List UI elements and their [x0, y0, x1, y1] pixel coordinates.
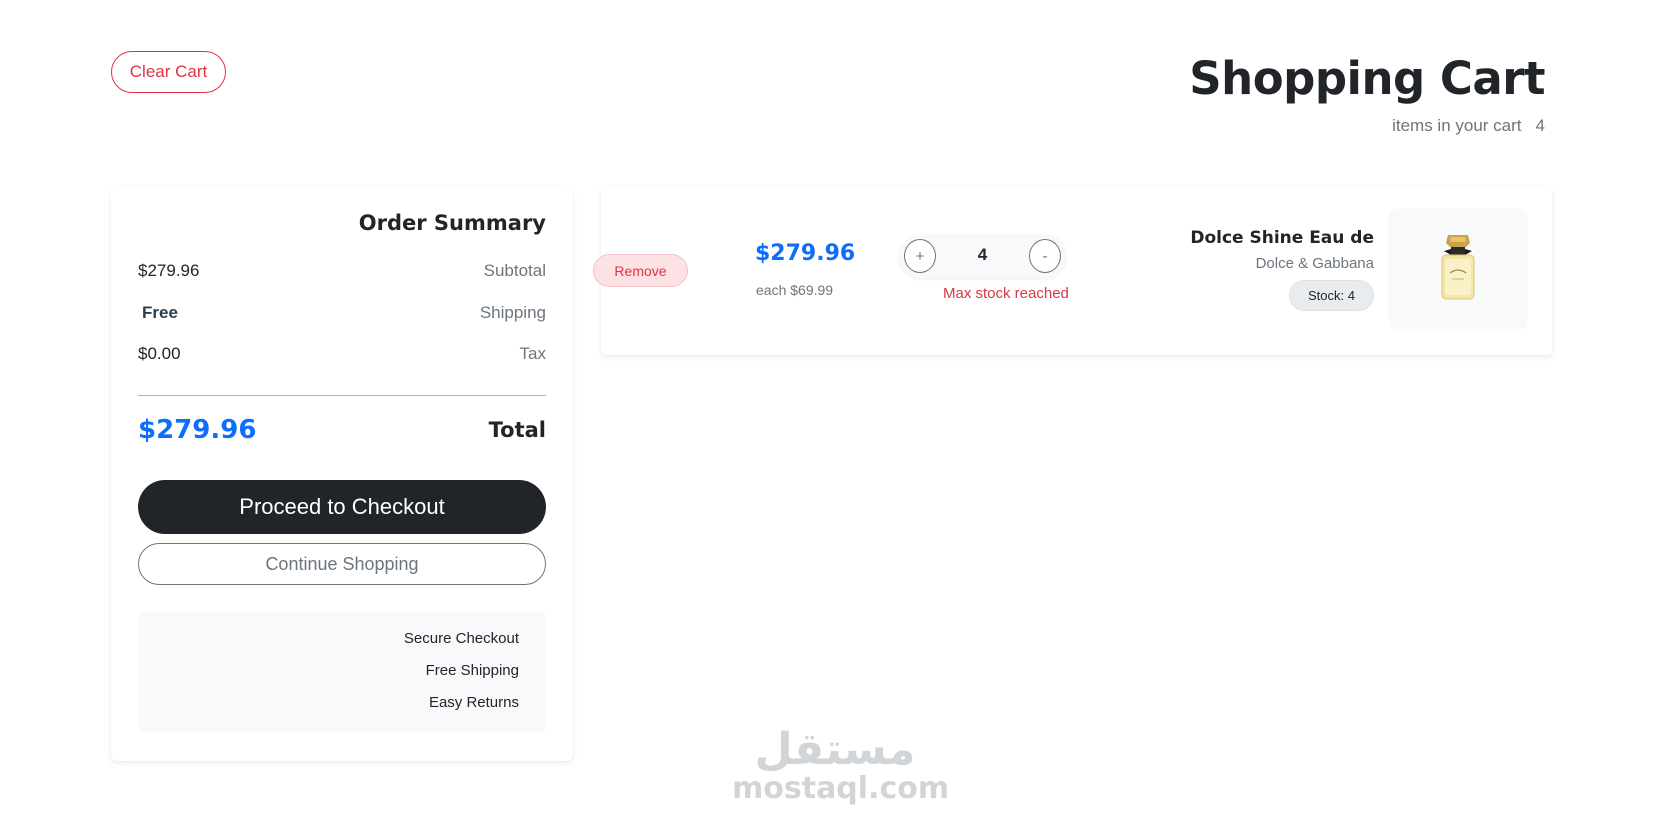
- clear-cart-button[interactable]: Clear Cart: [111, 51, 226, 93]
- checkout-features-box: Secure Checkout Free Shipping Easy Retur…: [138, 611, 546, 733]
- order-summary-title: Order Summary: [358, 211, 546, 235]
- max-stock-message: Max stock reached: [943, 285, 1069, 302]
- proceed-to-checkout-button[interactable]: Proceed to Checkout: [138, 480, 546, 534]
- product-name: Dolce Shine Eau de: [1190, 228, 1374, 248]
- watermark-latin: mostaql.com: [732, 771, 950, 806]
- cart-item-card: Remove $279.96 each $69.99 + 4 - Max sto…: [593, 187, 1552, 355]
- items-count: 4: [1535, 116, 1545, 135]
- watermark-logo: مستقل mostaql.com: [732, 724, 950, 806]
- shipping-value: Free: [142, 303, 178, 322]
- tax-value: $0.00: [138, 344, 181, 363]
- subtotal-value: $279.96: [138, 261, 200, 280]
- item-unit-price: each $69.99: [756, 282, 834, 298]
- remove-item-button[interactable]: Remove: [593, 254, 688, 287]
- tax-label: Tax: [519, 344, 546, 363]
- summary-divider: [138, 395, 546, 396]
- total-label: Total: [488, 418, 546, 442]
- feature-free-shipping: Free Shipping: [425, 662, 519, 679]
- perfume-bottle-icon: [1441, 235, 1475, 300]
- stock-badge: Stock: 4: [1289, 280, 1374, 311]
- order-summary-card: Order Summary $279.96 Subtotal Free Ship…: [111, 187, 573, 761]
- shipping-label: Shipping: [479, 303, 546, 322]
- items-count-line: items in your cart 4: [1392, 116, 1545, 136]
- watermark-arabic: مستقل: [754, 724, 916, 775]
- product-brand: Dolce & Gabbana: [1255, 255, 1374, 272]
- item-total-price: $279.96: [755, 241, 856, 266]
- subtotal-label: Subtotal: [483, 261, 546, 280]
- total-row: $279.96 Total: [138, 415, 546, 445]
- total-value: $279.96: [138, 415, 257, 445]
- quantity-decrease-button[interactable]: -: [1029, 239, 1061, 273]
- page-title: Shopping Cart: [1189, 52, 1545, 105]
- quantity-stepper: + 4 -: [899, 234, 1066, 278]
- items-in-cart-label: items in your cart: [1392, 116, 1522, 135]
- tax-row: $0.00 Tax: [138, 344, 546, 364]
- feature-secure-checkout: Secure Checkout: [403, 630, 519, 647]
- product-image[interactable]: [1390, 209, 1526, 327]
- subtotal-row: $279.96 Subtotal: [138, 261, 546, 281]
- shipping-row: Free Shipping: [138, 303, 546, 323]
- continue-shopping-button[interactable]: Continue Shopping: [138, 543, 546, 585]
- feature-easy-returns: Easy Returns: [428, 694, 519, 711]
